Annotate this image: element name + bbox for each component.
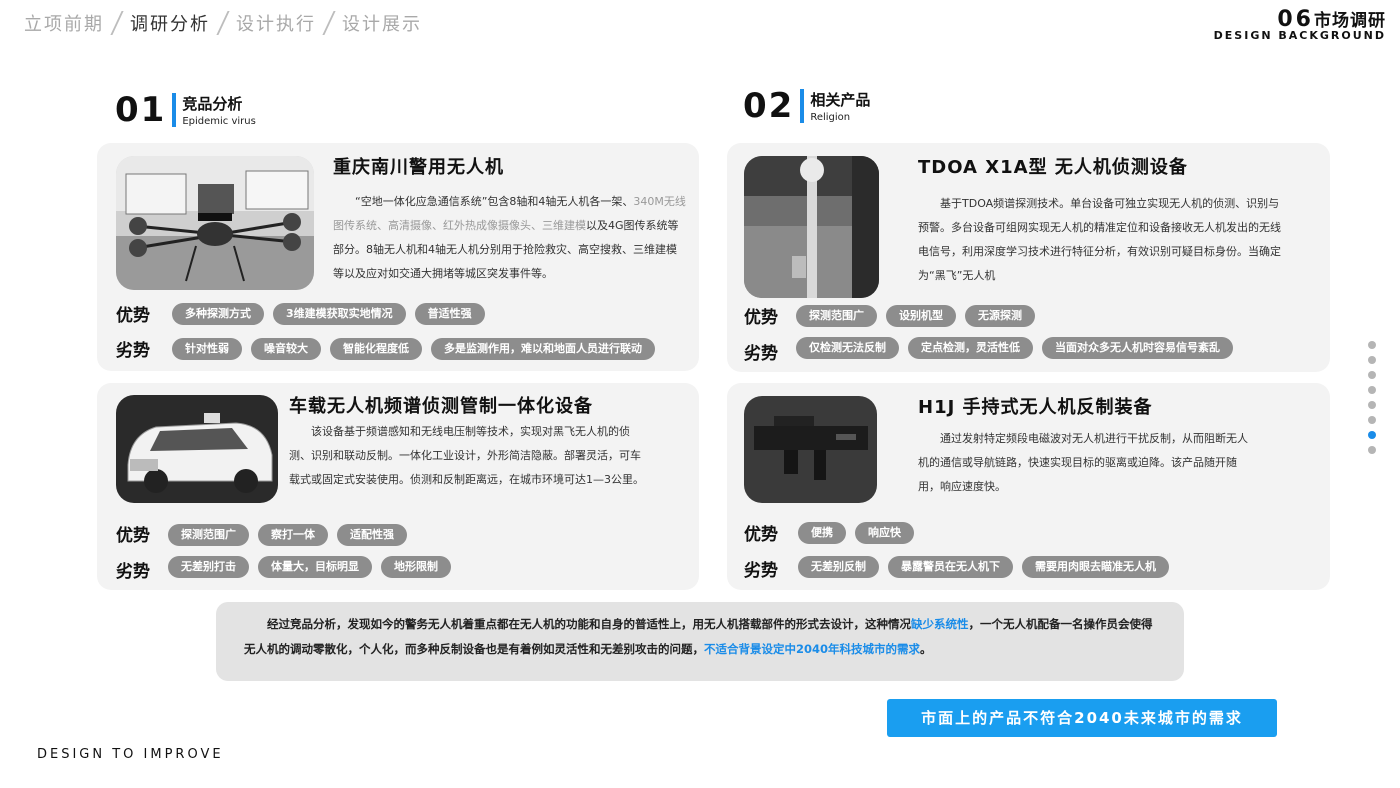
advantage-tag: 无源探测 [965, 305, 1035, 327]
disadvantage-tag: 体量大，目标明显 [258, 556, 372, 578]
product-description: 通过发射特定频段电磁波对无人机进行干扰反制，从而阻断无人机的通信或导航链路，快速… [918, 432, 1248, 493]
advantages-tags: 便携 响应快 [798, 522, 914, 544]
section-accent-bar [800, 89, 805, 123]
page-dot[interactable] [1368, 386, 1376, 394]
page-dot[interactable] [1368, 401, 1376, 409]
page-dot[interactable] [1368, 371, 1376, 379]
conclusion-button[interactable]: 市面上的产品不符合2040未来城市的需求 [887, 699, 1277, 737]
advantages-tags: 探测范围广 察打一体 适配性强 [168, 524, 407, 546]
nav-item-showcase[interactable]: 设计展示 [342, 10, 422, 36]
disadvantages-label: 劣势 [116, 341, 150, 361]
disadvantage-tag: 智能化程度低 [330, 338, 422, 360]
summary-highlight: 缺少系统性 [911, 617, 969, 631]
nav-item-execution[interactable]: 设计执行 [236, 10, 316, 36]
disadvantages-tags: 针对性弱 噪音较大 智能化程度低 多是监测作用，难以和地面人员进行联动 [172, 338, 655, 360]
advantage-tag: 响应快 [855, 522, 914, 544]
disadvantage-tag: 当面对众多无人机时容易信号紊乱 [1042, 337, 1233, 359]
disadvantage-tag: 暴露警员在无人机下 [888, 556, 1013, 578]
page-indicator[interactable] [1368, 341, 1376, 454]
vehicle-photo [116, 395, 278, 503]
handheld-device-photo [744, 396, 877, 503]
section-subtitle: Epidemic virus [182, 116, 256, 127]
breadcrumb-nav: 立项前期 调研分析 设计执行 设计展示 [24, 10, 422, 36]
nav-divider [216, 11, 230, 35]
advantages-tags: 探测范围广 设别机型 无源探测 [796, 305, 1035, 327]
disadvantage-tag: 需要用肉眼去瞄准无人机 [1022, 556, 1169, 578]
section-title: 相关产品 [810, 91, 871, 109]
disadvantages-label: 劣势 [116, 562, 150, 582]
disadvantages-tags: 仅检测无法反制 定点检测，灵活性低 当面对众多无人机时容易信号紊乱 [796, 337, 1233, 359]
product-title: 重庆南川警用无人机 [333, 157, 504, 178]
advantage-tag: 探测范围广 [168, 524, 249, 546]
product-title: H1J 手持式无人机反制装备 [918, 397, 1153, 418]
page-dot[interactable] [1368, 431, 1376, 439]
police-drone-photo [116, 156, 314, 290]
section-number: 01 [115, 90, 167, 130]
nav-item-research[interactable]: 调研分析 [130, 10, 210, 36]
disadvantages-tags: 无差别反制 暴露警员在无人机下 需要用肉眼去瞄准无人机 [798, 556, 1169, 578]
advantage-tag: 察打一体 [258, 524, 328, 546]
page-dot[interactable] [1368, 341, 1376, 349]
summary-highlight: 不适合背景设定中2040年科技城市的需求 [704, 642, 921, 656]
nav-item-initiation[interactable]: 立项前期 [24, 10, 104, 36]
advantage-tag: 3维建模获取实地情况 [273, 303, 406, 325]
advantage-tag: 设别机型 [886, 305, 956, 327]
disadvantage-tag: 无差别打击 [168, 556, 249, 578]
page-dot[interactable] [1368, 446, 1376, 454]
product-card-vehicle: 车载无人机频谱侦测管制一体化设备 该设备基于频谱感知和无线电压制等技术，实现对黑… [97, 383, 699, 590]
disadvantage-tag: 定点检测，灵活性低 [908, 337, 1033, 359]
section-title: 竞品分析 [182, 95, 243, 113]
disadvantages-label: 劣势 [744, 344, 778, 364]
section-number: 02 [743, 86, 795, 126]
page-subtitle: DESIGN BACKGROUND [1213, 29, 1386, 42]
footer-slogan: DESIGN TO IMPROVE [37, 747, 224, 762]
disadvantage-tag: 仅检测无法反制 [796, 337, 899, 359]
product-card-police-drone: 重庆南川警用无人机 “空地一体化应急通信系统”包含8轴和4轴无人机各一架、340… [97, 143, 699, 371]
product-card-handheld: H1J 手持式无人机反制装备 通过发射特定频段电磁波对无人机进行干扰反制，从而阻… [727, 383, 1330, 590]
advantage-tag: 普适性强 [414, 303, 485, 325]
disadvantages-label: 劣势 [744, 561, 778, 581]
page-dot[interactable] [1368, 356, 1376, 364]
advantage-tag: 便携 [798, 522, 846, 544]
nav-divider [110, 11, 124, 35]
page-title: 市场调研 [1314, 11, 1386, 31]
analysis-summary: 经过竞品分析，发现如今的警务无人机着重点都在无人机的功能和自身的普适性上，用无人… [216, 602, 1184, 681]
product-description: 基于TDOA频谱探测技术。单台设备可独立实现无人机的侦测、识别与预警。多台设备可… [918, 197, 1281, 282]
product-description: 该设备基于频谱感知和无线电压制等技术，实现对黑飞无人机的侦测、识别和联动反制。一… [289, 425, 644, 486]
advantage-tag: 探测范围广 [796, 305, 877, 327]
section-subtitle: Religion [810, 112, 851, 123]
disadvantage-tag: 针对性弱 [172, 338, 242, 360]
advantage-tag: 适配性强 [337, 524, 407, 546]
advantages-label: 优势 [116, 526, 150, 546]
section-accent-bar [172, 93, 177, 127]
page-header: 06市场调研 DESIGN BACKGROUND [1214, 6, 1386, 42]
product-title: 车载无人机频谱侦测管制一体化设备 [289, 396, 593, 417]
section-head-competitors: 01 竞品分析 Epidemic virus [115, 90, 256, 130]
advantages-label: 优势 [744, 525, 778, 545]
advantages-label: 优势 [744, 308, 778, 328]
disadvantage-tag: 噪音较大 [251, 338, 321, 360]
disadvantage-tag: 无差别反制 [798, 556, 879, 578]
advantages-tags: 多种探测方式 3维建模获取实地情况 普适性强 [172, 303, 485, 325]
tdoa-device-photo [744, 156, 879, 298]
disadvantage-tag: 地形限制 [381, 556, 451, 578]
page-dot[interactable] [1368, 416, 1376, 424]
section-head-related: 02 相关产品 Religion [743, 86, 870, 126]
product-description: “空地一体化应急通信系统”包含8轴和4轴无人机各一架、340M无线图传系统、高清… [333, 195, 686, 280]
nav-divider [322, 11, 336, 35]
product-card-tdoa: TDOA X1A型 无人机侦测设备 基于TDOA频谱探测技术。单台设备可独立实现… [727, 143, 1330, 372]
disadvantages-tags: 无差别打击 体量大，目标明显 地形限制 [168, 556, 451, 578]
advantage-tag: 多种探测方式 [172, 303, 264, 325]
advantages-label: 优势 [116, 306, 150, 326]
product-title: TDOA X1A型 无人机侦测设备 [918, 157, 1188, 178]
disadvantage-tag: 多是监测作用，难以和地面人员进行联动 [431, 338, 655, 360]
